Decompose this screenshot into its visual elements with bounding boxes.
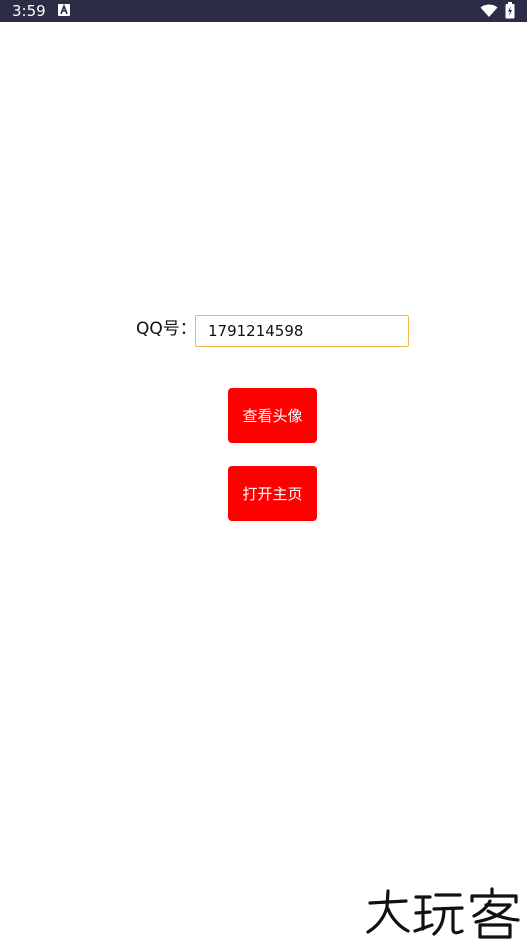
status-bar: 3:59 [0, 0, 527, 22]
qq-number-input[interactable] [195, 315, 409, 347]
status-time: 3:59 [12, 2, 46, 20]
battery-charging-icon [505, 2, 515, 23]
qq-number-label: QQ号： [136, 319, 197, 339]
open-homepage-button[interactable]: 打开主页 [228, 466, 317, 521]
wifi-icon [480, 3, 498, 22]
a-icon [58, 4, 70, 16]
watermark-logo [364, 885, 524, 941]
view-avatar-button[interactable]: 查看头像 [228, 388, 317, 443]
